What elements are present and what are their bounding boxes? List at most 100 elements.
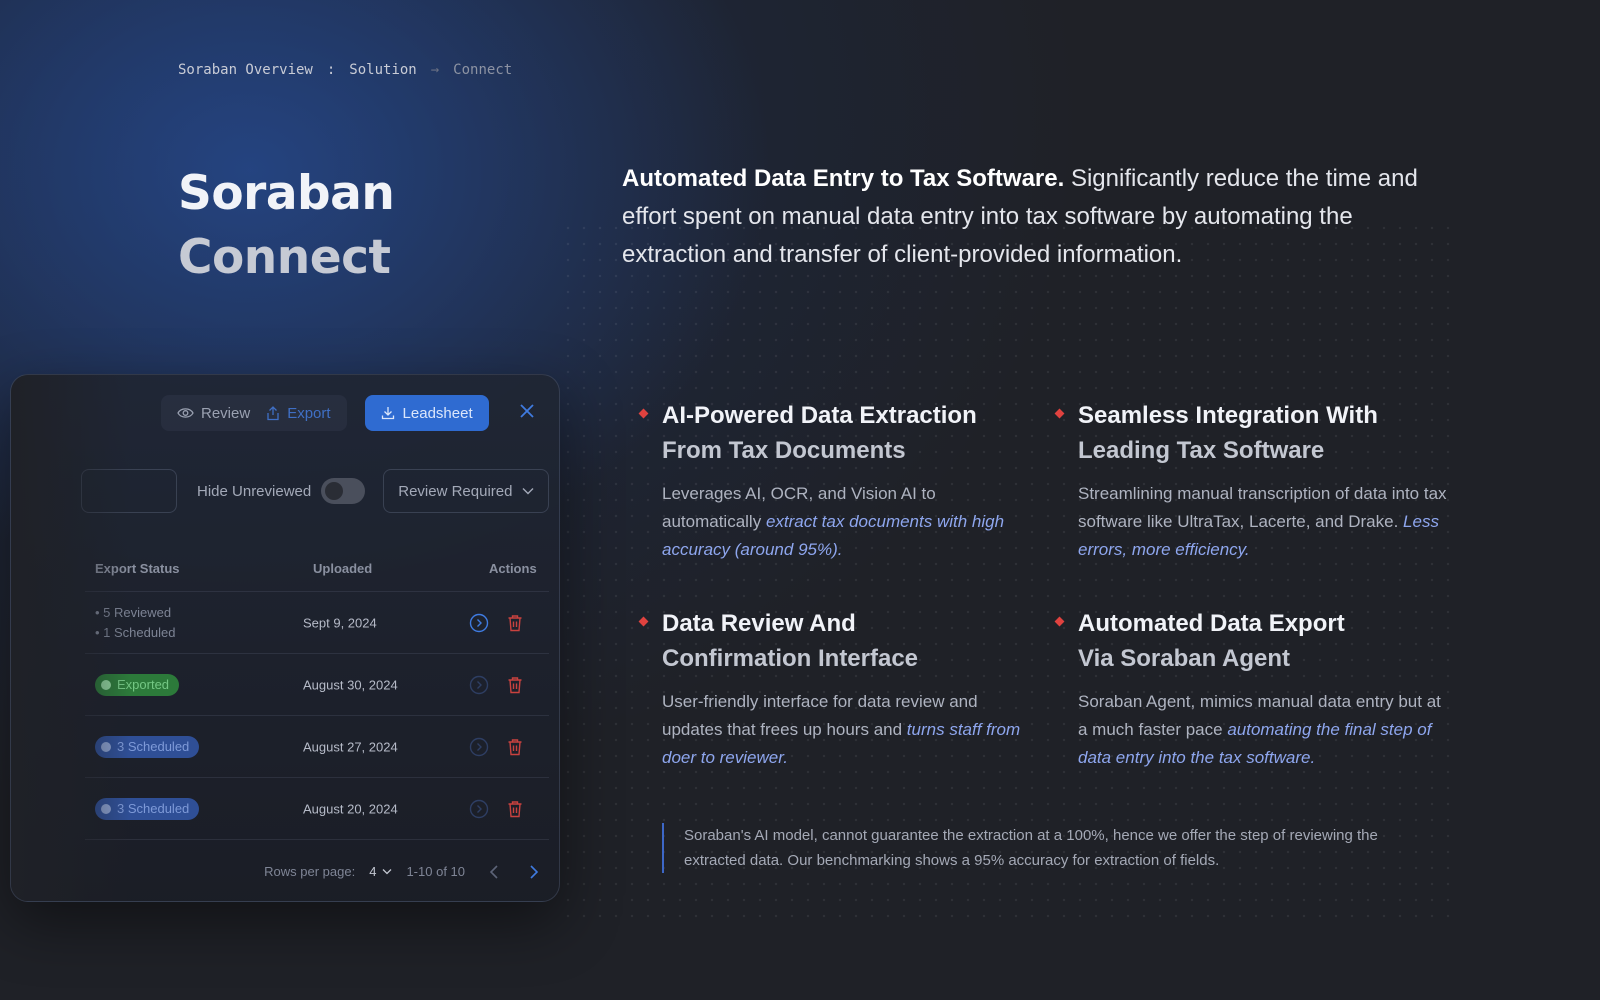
table-row[interactable]: 3 Scheduled August 27, 2024 <box>85 715 549 777</box>
breadcrumb-current: Connect <box>453 62 513 78</box>
table-row[interactable]: Exported August 30, 2024 <box>85 653 549 715</box>
chevron-down-icon <box>522 488 534 495</box>
breadcrumb-arrow: → <box>430 62 440 78</box>
page-title-line1: Soraban <box>178 166 395 221</box>
feature-data-export: Automated Data Export Via Soraban Agent … <box>1054 606 1448 772</box>
open-arrow-icon[interactable] <box>469 613 489 633</box>
trash-icon[interactable] <box>507 800 523 818</box>
hide-unreviewed-label: Hide Unreviewed <box>197 482 312 500</box>
table-row[interactable]: 3 Scheduled August 20, 2024 <box>85 777 549 839</box>
status-dot-icon <box>101 803 111 814</box>
table-body: • 5 Reviewed • 1 Scheduled Sept 9, 2024 … <box>85 591 549 839</box>
feature-title-line1: AI-Powered Data Extraction <box>662 402 977 429</box>
next-page-icon[interactable] <box>529 864 539 879</box>
status-badge: Exported <box>95 673 180 696</box>
trash-icon[interactable] <box>507 738 523 756</box>
leadsheet-label: Leadsheet <box>402 404 473 422</box>
breadcrumb-overview[interactable]: Soraban Overview <box>178 62 313 78</box>
row-actions <box>469 737 523 757</box>
status-dot-icon <box>101 679 111 690</box>
previous-page-icon[interactable] <box>489 864 499 879</box>
intro-text: Automated Data Entry to Tax Software. Si… <box>622 160 1422 274</box>
search-input[interactable] <box>81 469 177 513</box>
export-label: Export <box>287 404 331 422</box>
rows-per-page-label: Rows per page: <box>264 864 356 879</box>
feature-review-interface: Data Review And Confirmation Interface U… <box>638 606 1022 772</box>
status-badge-label: Exported <box>117 677 170 692</box>
status-summary: • 5 Reviewed • 1 Scheduled <box>95 603 175 643</box>
pagination: Rows per page: 4 1-10 of 10 <box>85 839 549 901</box>
feature-title-line2: Via Soraban Agent <box>1078 645 1291 672</box>
breadcrumb-solution[interactable]: Solution <box>349 62 416 78</box>
row-actions <box>469 675 523 695</box>
accuracy-note: Soraban's AI model, cannot guarantee the… <box>662 823 1422 873</box>
review-status-value: Review Required <box>398 482 513 500</box>
feature-title-line2: From Tax Documents <box>662 437 906 464</box>
page-title: Soraban Connect <box>178 162 395 290</box>
page-range: 1-10 of 10 <box>406 864 465 879</box>
intro-bold: Automated Data Entry to Tax Software. <box>622 165 1065 192</box>
feature-title-line1: Data Review And <box>662 610 856 637</box>
feature-title: Data Review And Confirmation Interface <box>662 606 1022 676</box>
view-segment: Review Export <box>161 395 347 431</box>
status-badge-scheduled: 3 Scheduled <box>95 797 200 820</box>
column-export-status[interactable]: Export Status <box>95 561 180 576</box>
breadcrumb: Soraban Overview : Solution → Connect <box>178 62 512 78</box>
upload-date: August 27, 2024 <box>303 739 398 754</box>
feature-title-line1: Automated Data Export <box>1078 610 1345 637</box>
feature-text: Streamlining manual transcription of dat… <box>1078 484 1447 531</box>
open-arrow-icon[interactable] <box>469 799 489 819</box>
status-dot-icon <box>101 741 111 752</box>
breadcrumb-separator: : <box>326 62 336 78</box>
status-badge-label: 3 Scheduled <box>117 739 190 754</box>
filter-bar: Hide Unreviewed Review Required <box>81 469 550 513</box>
feature-ai-extraction: AI-Powered Data Extraction From Tax Docu… <box>638 398 1022 564</box>
feature-description: Leverages AI, OCR, and Vision AI to auto… <box>662 480 1022 564</box>
eye-icon <box>177 408 194 418</box>
open-arrow-icon[interactable] <box>469 737 489 757</box>
trash-icon[interactable] <box>507 676 523 694</box>
hide-unreviewed-toggle[interactable] <box>321 478 366 504</box>
table-row[interactable]: • 5 Reviewed • 1 Scheduled Sept 9, 2024 <box>85 591 549 653</box>
feature-title: Seamless Integration With Leading Tax So… <box>1078 398 1448 468</box>
status-badge: 3 Scheduled <box>95 797 200 820</box>
feature-title: Automated Data Export Via Soraban Agent <box>1078 606 1448 676</box>
feature-description: Soraban Agent, mimics manual data entry … <box>1078 688 1448 772</box>
feature-title-line2: Leading Tax Software <box>1078 437 1325 464</box>
status-scheduled: • 1 Scheduled <box>95 624 176 640</box>
feature-title-line2: Confirmation Interface <box>662 645 919 672</box>
chevron-down-icon <box>382 869 392 875</box>
app-preview-panel: Review Export Leadsheet Hide Unreviewed … <box>10 374 560 902</box>
status-badge-scheduled: 3 Scheduled <box>95 735 200 758</box>
page-title-line2: Connect <box>178 230 391 285</box>
rows-per-page-select[interactable]: 4 <box>369 864 392 879</box>
status-badge-label: 3 Scheduled <box>117 801 190 816</box>
open-arrow-icon[interactable] <box>469 675 489 695</box>
review-label: Review <box>201 404 251 422</box>
review-button[interactable]: Review <box>169 405 258 422</box>
feature-title: AI-Powered Data Extraction From Tax Docu… <box>662 398 1022 468</box>
column-actions: Actions <box>489 561 537 576</box>
rows-per-page-value: 4 <box>369 864 377 879</box>
close-icon[interactable] <box>519 401 535 423</box>
feature-title-line1: Seamless Integration With <box>1078 402 1378 429</box>
dot-grid <box>560 220 1460 920</box>
feature-description: User-friendly interface for data review … <box>662 688 1022 772</box>
status-badge: 3 Scheduled <box>95 735 200 758</box>
row-actions <box>469 613 523 633</box>
feature-description: Streamlining manual transcription of dat… <box>1078 480 1448 564</box>
share-icon <box>267 405 279 420</box>
panel-toolbar: Review Export Leadsheet <box>161 395 489 431</box>
trash-icon[interactable] <box>507 614 523 632</box>
review-status-select[interactable]: Review Required <box>383 469 550 513</box>
row-actions <box>469 799 523 819</box>
download-icon <box>381 407 394 420</box>
export-button[interactable]: Export <box>258 405 338 422</box>
leadsheet-button[interactable]: Leadsheet <box>364 395 489 431</box>
status-badge-exported: Exported <box>95 673 180 696</box>
feature-integration: Seamless Integration With Leading Tax So… <box>1054 398 1448 564</box>
status-reviewed: • 5 Reviewed <box>95 604 172 620</box>
upload-date: Sept 9, 2024 <box>303 615 377 630</box>
column-uploaded[interactable]: Uploaded <box>313 561 372 576</box>
upload-date: August 20, 2024 <box>303 801 398 816</box>
